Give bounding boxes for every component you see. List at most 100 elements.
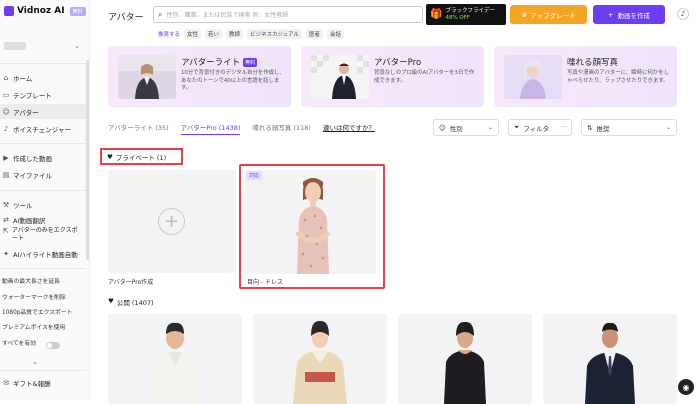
tag-chip[interactable]: 若い	[205, 29, 223, 39]
sidebar-item-label: マイファイル	[13, 171, 52, 180]
card-avatar-pro[interactable]: アバターPro 背景なしのプロ級のAIアバターを3日で作成できます。	[301, 46, 484, 107]
expand-chevron-icon[interactable]: ⌄	[28, 358, 42, 366]
divider	[0, 63, 86, 64]
private-avatar-card[interactable]: 対応 目向 - ドレス	[239, 164, 385, 289]
tag-chip[interactable]: 医者	[306, 29, 324, 39]
tag-chip[interactable]: 女性	[184, 29, 202, 39]
tag-chip[interactable]: 会話	[327, 29, 345, 39]
public-avatar-card[interactable]	[398, 314, 532, 404]
page-title: アバター	[108, 13, 144, 23]
heart-icon: ♥	[108, 297, 114, 305]
public-avatar-card[interactable]	[108, 314, 242, 404]
sidebar-item-my-videos[interactable]: ▶ 作成した動画	[0, 150, 86, 165]
tag-chip[interactable]: ビジネスカジュアル	[247, 29, 303, 39]
promo-title: ブラックフライデー	[445, 7, 495, 14]
sidebar-item-label: テンプレート	[13, 91, 52, 100]
sidebar-item-avatar-export[interactable]: ⇱ アバターのみをエクスポート	[0, 227, 80, 247]
upgrade-label: アップグレード	[530, 11, 576, 20]
video-icon: ▶	[3, 153, 9, 162]
perk-text: ウォーターマークを削除	[2, 295, 66, 301]
gift-icon: ✉	[3, 378, 9, 387]
public-section-header[interactable]: ♥ 公開 (1407)	[108, 297, 154, 307]
sidebar-item-templates[interactable]: ▭ テンプレート	[0, 87, 86, 102]
difference-link[interactable]: 違いは何ですか？	[323, 122, 375, 135]
filter-label: フィルタ	[523, 124, 550, 133]
sidebar-item-tools[interactable]: ⚒ ツール	[0, 197, 86, 212]
perk-text: 1080p品質でエクスポート	[2, 310, 73, 316]
sidebar-item-my-files[interactable]: ▤ マイファイル	[0, 167, 86, 182]
brand-name: Vidnoz AI	[17, 6, 65, 16]
card-talking-photo[interactable]: 喋れる顔写真 写真や漫画のアバターに、瞬時に何かをしゃべらせたり、ラップさせたり…	[494, 46, 677, 107]
workspace-switcher[interactable]: ⌄	[0, 38, 84, 54]
suggested-tags: 推奨する 女性 若い 教師 ビジネスカジュアル 医者 会話	[158, 29, 345, 39]
more-icon: ···	[560, 124, 566, 131]
avatar-pro-preview	[311, 55, 369, 99]
public-avatar-card[interactable]	[543, 314, 677, 404]
private-section-header[interactable]: ♥ プライベート (1)	[100, 148, 183, 165]
card-avatar-lite[interactable]: アバターライト 無料 10分で背景付きのデジタル自分を作成し、あなたのトーンで40…	[108, 46, 291, 107]
gender-select[interactable]: ☺ 性別 ⌄	[433, 119, 499, 136]
avatar-preview	[245, 170, 376, 274]
avatar-icon: ☺	[2, 107, 10, 116]
sort-label: 推奨	[596, 124, 610, 133]
plus-icon: +	[608, 10, 614, 19]
sidebar-item-label: ホーム	[13, 74, 33, 83]
card-description: 写真や漫画のアバターに、瞬時に何かをしゃべらせたり、ラップさせたりできます。	[567, 70, 670, 84]
perk-text: プレミアムボイスを使用	[2, 325, 66, 331]
avatar-tabs: アバターライト (35) アバターPro (1438) 喋れる顔写真 (118)…	[108, 122, 375, 135]
chevron-down-icon: ⌄	[665, 124, 671, 131]
sidebar-item-home[interactable]: ⌂ ホーム	[0, 70, 86, 85]
heart-icon: ♥	[107, 152, 113, 161]
sidebar-item-label: アバター	[13, 108, 39, 117]
section-title: プライベート (1)	[115, 153, 167, 162]
card-title: アバターPro	[374, 56, 421, 68]
sidebar-item-label: ギフト&報酬	[13, 379, 51, 388]
person-icon: ☺	[439, 123, 446, 132]
upgrade-button[interactable]: ♛ アップグレード	[510, 5, 587, 24]
gift-box-icon: 🎁	[430, 9, 443, 20]
search-placeholder: 性別、職業、または民族で検索 例：女性教師	[166, 12, 289, 19]
filter-button[interactable]: ⏷ フィルタ ···	[508, 119, 572, 136]
sort-icon: ⇅	[587, 123, 593, 132]
enable-all-toggle[interactable]	[46, 342, 60, 349]
funnel-icon: ⏷	[514, 123, 520, 131]
divider	[0, 370, 86, 371]
crown-icon: ♛	[521, 10, 528, 19]
tab-talking-photo[interactable]: 喋れる顔写真 (118)	[252, 122, 311, 135]
avatar-name: 目向 - ドレス	[247, 279, 283, 286]
tab-avatar-pro[interactable]: アバターPro (1438)	[180, 122, 241, 135]
template-icon: ▭	[2, 90, 10, 99]
promo-discount: 48% OFF	[445, 14, 471, 21]
translate-icon: ⇄	[3, 215, 9, 224]
sort-select[interactable]: ⇅ 推奨 ⌄	[581, 119, 677, 136]
sidebar-item-label: AI動画翻訳	[13, 216, 46, 225]
highlight-icon: ✦	[3, 249, 9, 258]
sidebar-item-avatar[interactable]: ☺ アバター	[0, 104, 86, 119]
sidebar-item-gifts[interactable]: ✉ ギフト&報酬	[0, 375, 86, 390]
perk-text: 動画の最大長さを延長	[2, 279, 60, 285]
create-label: 動画を作成	[617, 11, 650, 20]
chevron-down-icon: ⌄	[487, 124, 493, 131]
section-title: 公開 (1407)	[116, 299, 154, 307]
sidebar-scrollbar[interactable]	[86, 60, 89, 260]
black-friday-banner[interactable]: 🎁 ブラックフライデー 48% OFF	[426, 4, 506, 25]
sidebar-item-ai-translate[interactable]: ⇄ AI動画翻訳	[0, 212, 86, 227]
tab-avatar-lite[interactable]: アバターライト (35)	[108, 122, 169, 135]
tools-icon: ⚒	[2, 200, 10, 209]
brand-logo[interactable]: Vidnoz AI 無料	[4, 6, 86, 16]
create-video-button[interactable]: + 動画を作成	[593, 5, 665, 24]
sidebar-item-label: ツール	[13, 201, 33, 210]
chat-support-icon[interactable]: ◉	[678, 379, 694, 395]
sidebar-item-voice-changer[interactable]: ♪ ボイスチェンジャー	[0, 121, 86, 136]
create-avatar-pro-card[interactable]: +	[108, 170, 236, 273]
tag-chip[interactable]: 教師	[226, 29, 244, 39]
gender-label: 性別	[449, 124, 463, 133]
sidebar-item-label: ボイスチェンジャー	[13, 125, 71, 134]
search-input[interactable]: ⌕ 性別、職業、または民族で検索 例：女性教師	[153, 6, 423, 23]
sidebar-item-highlight[interactable]: ✦ AIハイライト動画自動	[0, 246, 86, 261]
card-title-text: アバターPro	[374, 58, 422, 68]
card-title-text: 喋れる顔写真	[567, 58, 619, 68]
card-title: アバターライト 無料	[181, 56, 258, 68]
public-avatar-card[interactable]	[253, 314, 387, 404]
bell-icon[interactable]: ♪	[677, 8, 689, 20]
